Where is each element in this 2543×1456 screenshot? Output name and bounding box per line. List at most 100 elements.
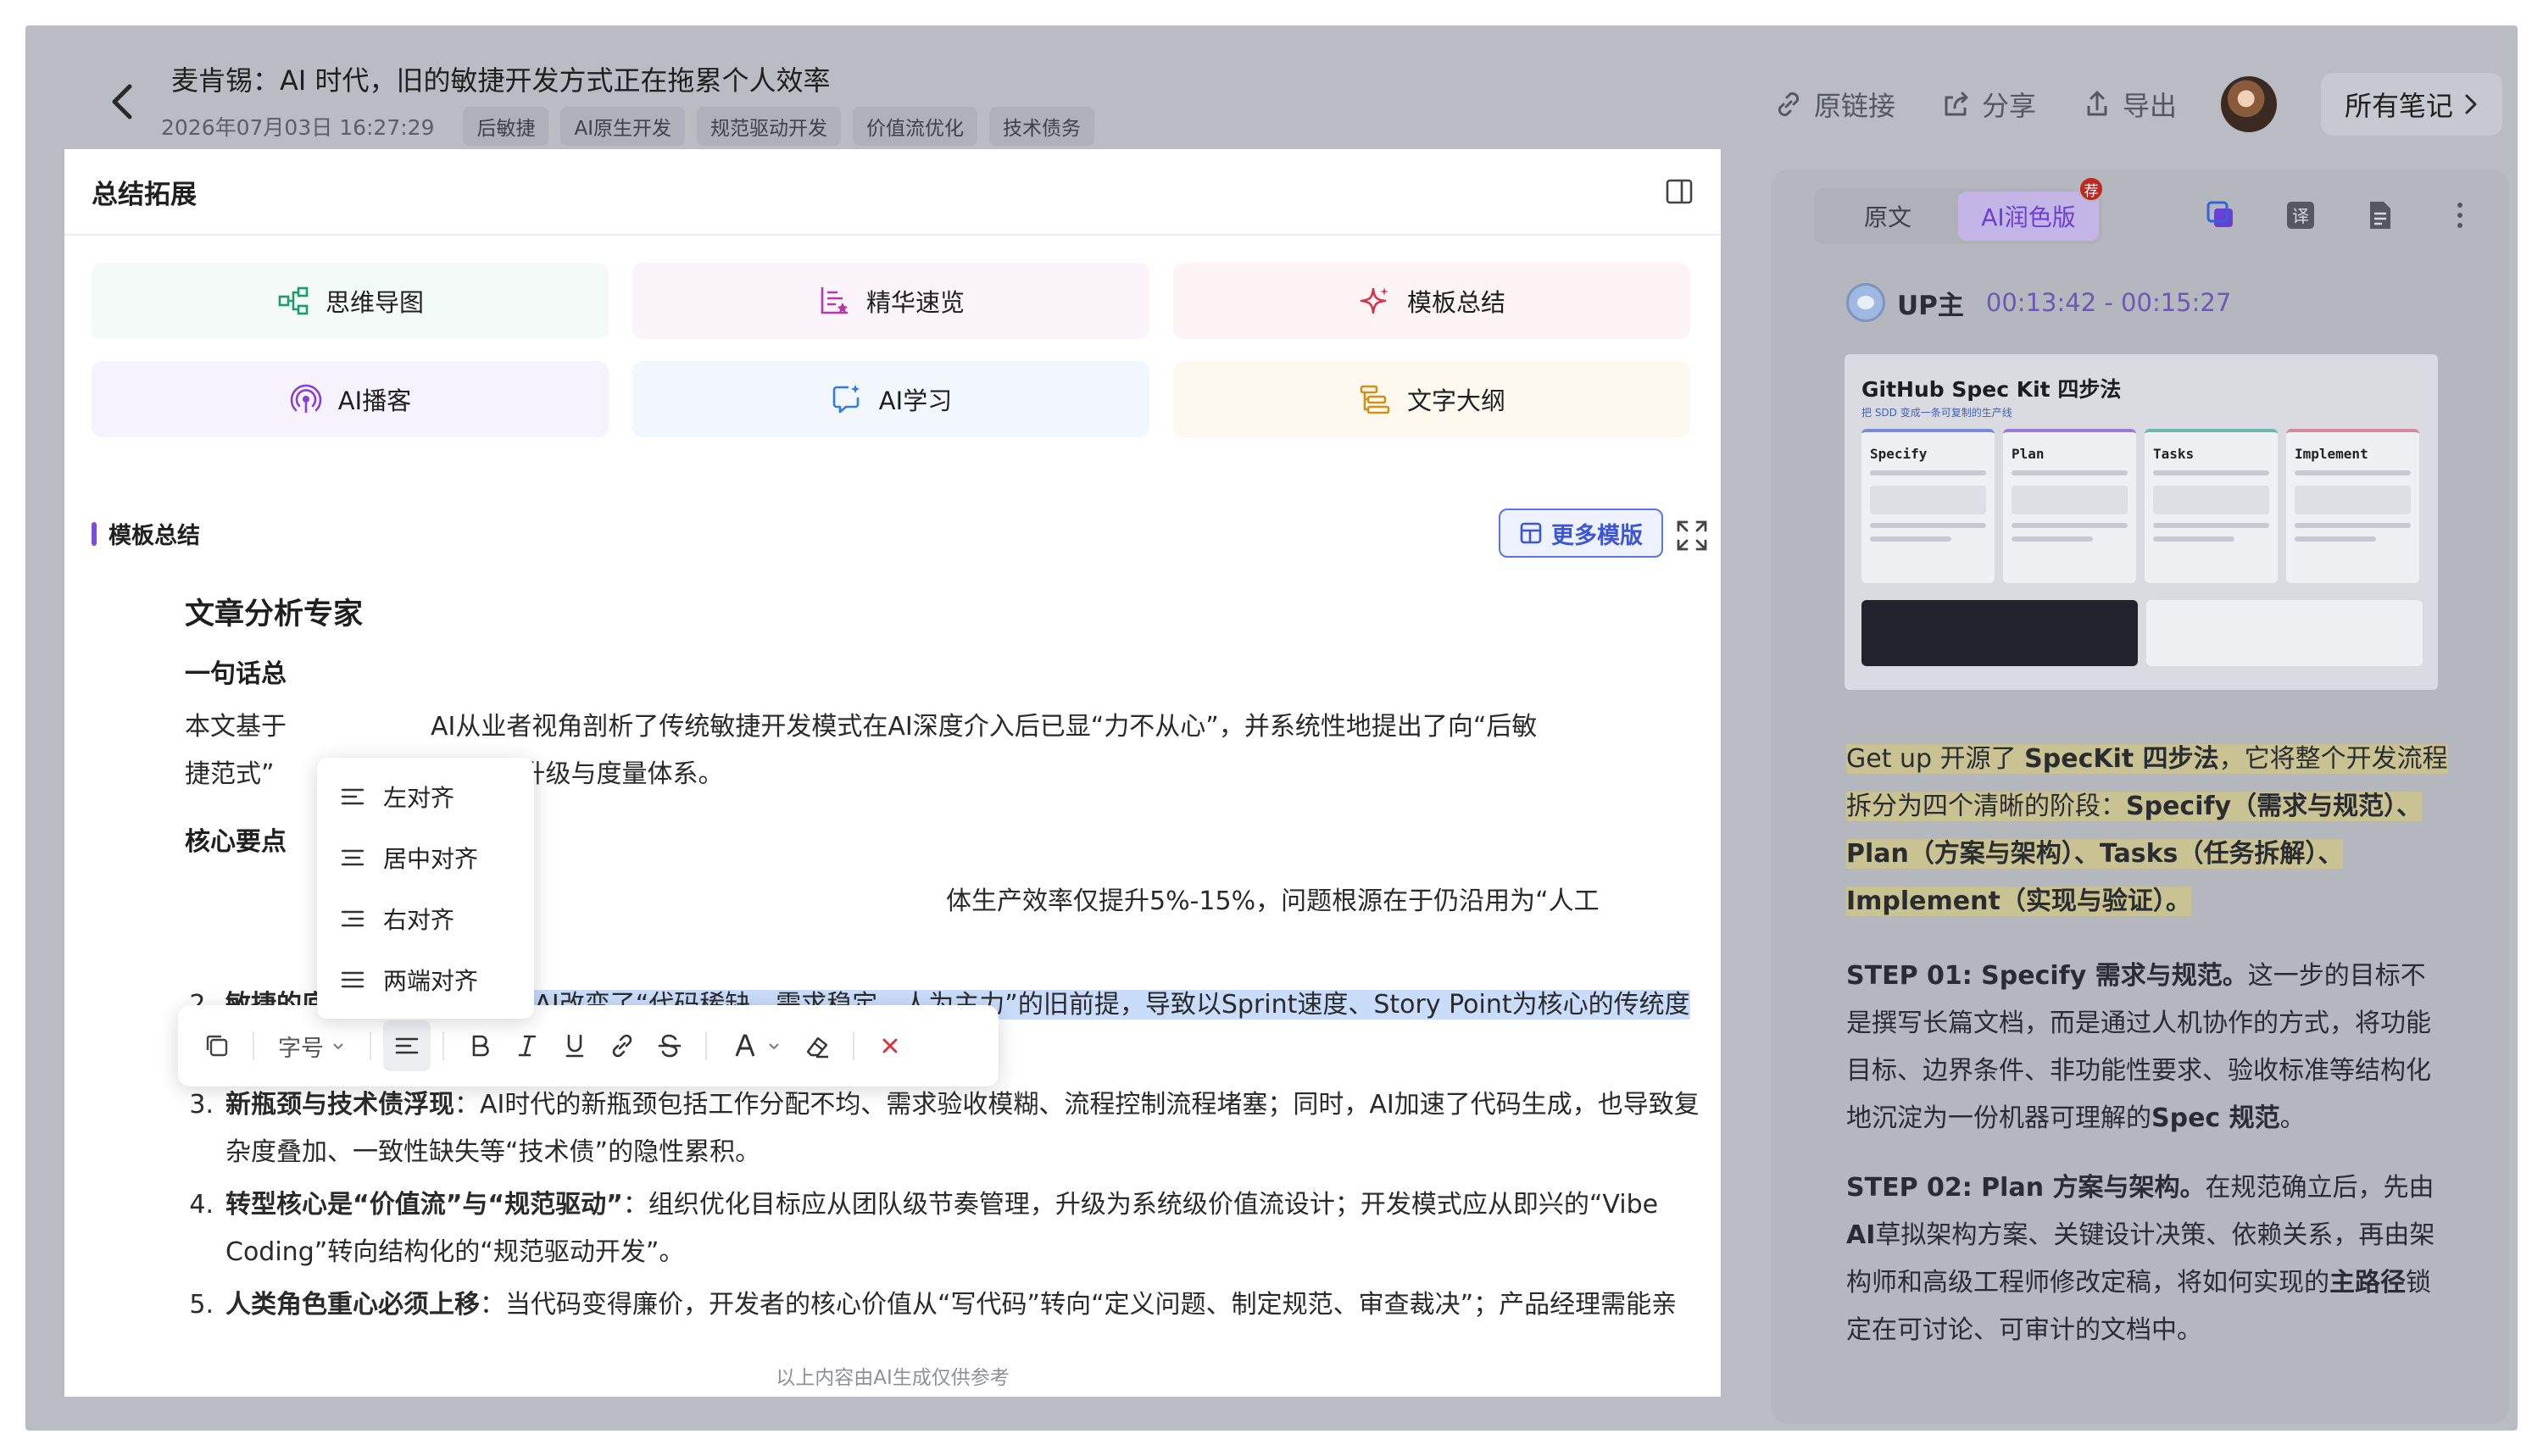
list-item[interactable]: 4. 转型核心是“价值流”与“规范驱动”：组织优化目标应从团队级节奏管理，升级为… <box>185 1181 1702 1276</box>
sidebar-toggle-icon[interactable] <box>1665 177 1694 206</box>
share-icon <box>1945 92 1968 116</box>
eraser-icon <box>806 1036 828 1059</box>
align-left-option[interactable]: 左对齐 <box>317 766 534 827</box>
share-button[interactable]: 分享 <box>1939 85 2036 124</box>
thumbnail-subtitle: 把 SDD 变成一条可复制的生产线 <box>1861 407 2012 419</box>
tag-chip[interactable]: 技术债务 <box>989 107 1095 146</box>
align-left-icon <box>341 788 364 805</box>
strikethrough-icon <box>658 1034 682 1058</box>
publish-date: 2026年07月03日 16:27:29 <box>161 115 435 140</box>
more-icon[interactable] <box>2443 198 2477 232</box>
list-item[interactable]: 3. 新瓶颈与技术债浮现：AI时代的新瓶颈包括工作分配不均、需求验收模糊、流程控… <box>185 1081 1702 1176</box>
all-notes-button[interactable]: 所有笔记 <box>2321 73 2503 136</box>
link-button[interactable] <box>598 1020 646 1071</box>
transcript-paragraph[interactable]: STEP 01: Specify 需求与规范。这一步的目标不是撰写长篇文档，而是… <box>1846 953 2448 1142</box>
tag-chip[interactable]: 后敏捷 <box>463 107 549 146</box>
align-left-icon <box>395 1037 419 1054</box>
align-center-option[interactable]: 居中对齐 <box>317 827 534 888</box>
export-button[interactable]: 导出 <box>2080 85 2177 124</box>
list-item-title: 转型核心是“价值流”与“规范驱动” <box>225 1190 623 1220</box>
summary-panel-header: 总结拓展 <box>64 149 1721 236</box>
document-icon[interactable] <box>2363 198 2397 232</box>
align-button[interactable] <box>383 1020 431 1071</box>
article-meta: 2026年07月03日 16:27:29 后敏捷 AI原生开发 规范驱动开发 价… <box>161 107 1095 146</box>
thumbnail-callout-dark <box>1861 600 2138 666</box>
font-size-dropdown[interactable]: 字号 <box>266 1020 358 1071</box>
align-option-label: 两端对齐 <box>383 967 479 995</box>
list-number: 3. <box>189 1090 214 1120</box>
text-run-bold: STEP 02: Plan 方案与架构。 <box>1846 1173 2206 1203</box>
original-link-button[interactable]: 原链接 <box>1772 85 1895 124</box>
ai-podcast-button[interactable]: AI播客 <box>92 361 609 437</box>
header-actions: 原链接 分享 导出 所有笔记 <box>1772 73 2503 136</box>
thumbnail-step: Implement <box>2286 429 2419 583</box>
timestamp-range[interactable]: 00:13:42 - 00:15:27 <box>1986 288 2231 317</box>
font-size-label: 字号 <box>278 1035 324 1062</box>
tab-ai-polished[interactable]: AI润色版 荐 <box>1958 176 2104 241</box>
video-frame-thumbnail[interactable]: GitHub Spec Kit 四步法 把 SDD 变成一条可复制的生产线 Sp… <box>1845 354 2438 690</box>
sparkle-icon <box>1360 287 1388 314</box>
step-name: Plan <box>2012 446 2045 462</box>
align-right-option[interactable]: 右对齐 <box>317 888 534 949</box>
ai-podcast-label: AI播客 <box>337 386 412 415</box>
one-line-summary-heading: 一句话总 <box>185 659 287 689</box>
align-justify-icon <box>341 971 364 988</box>
highlights-button[interactable]: 精华速览 <box>632 263 1149 339</box>
chevron-down-icon <box>333 1043 343 1050</box>
copy-icon[interactable] <box>2204 198 2238 232</box>
link-icon <box>612 1034 632 1058</box>
outline-button[interactable]: 文字大纲 <box>1173 361 1690 437</box>
mindmap-button[interactable]: 思维导图 <box>92 263 609 339</box>
chevron-left-icon <box>112 84 132 119</box>
translate-icon[interactable]: 译 <box>2284 198 2318 232</box>
transcript-paragraph[interactable]: STEP 02: Plan 方案与架构。在规范确立后，先由AI草拟架构方案、关键… <box>1846 1164 2448 1354</box>
version-tabs: 原文 AI润色版 荐 <box>1814 176 2104 244</box>
mindmap-label: 思维导图 <box>325 288 424 317</box>
copy-button[interactable] <box>193 1020 241 1071</box>
ai-learn-button[interactable]: AI学习 <box>632 361 1149 437</box>
para-text: 本文基于 <box>185 712 287 742</box>
template-icon <box>1520 522 1542 544</box>
close-toolbar-button[interactable] <box>866 1020 914 1071</box>
feature-grid: 思维导图 精华速览 模板总结 AI播客 AI学习 文字大纲 <box>92 263 1690 437</box>
ai-learn-label: AI学习 <box>878 386 953 415</box>
text-run-bold: Spec 规范 <box>2151 1103 2280 1133</box>
text-run-bold: 主路径 <box>2329 1268 2406 1298</box>
list-number: 4. <box>189 1190 214 1220</box>
tag-chip[interactable]: 规范驱动开发 <box>697 107 842 146</box>
summary-panel: 总结拓展 思维导图 精华速览 模板总结 AI播客 AI学习 文字大纲 模板总结 … <box>64 149 1721 1397</box>
list-item-title: 人类角色重心必须上移 <box>225 1290 480 1320</box>
bold-icon <box>472 1035 489 1057</box>
toolbar-divider <box>253 1031 254 1060</box>
speaker-name: UP主 <box>1897 290 1964 321</box>
tab-original[interactable]: 原文 <box>1817 192 1958 241</box>
tag-chip[interactable]: AI原生开发 <box>560 107 686 146</box>
fullscreen-icon[interactable] <box>1675 519 1709 553</box>
thumbnail-step: Tasks <box>2145 429 2278 583</box>
italic-button[interactable] <box>504 1020 551 1071</box>
back-button[interactable] <box>92 66 153 137</box>
align-option-label: 左对齐 <box>383 784 455 812</box>
transcript-tools: 译 <box>2204 198 2477 232</box>
tag-chip[interactable]: 价值流优化 <box>853 107 978 146</box>
toolbar-divider <box>370 1031 371 1060</box>
thumbnail-title: GitHub Spec Kit 四步法 <box>1861 377 2122 402</box>
text-color-dropdown[interactable] <box>719 1020 793 1071</box>
underline-button[interactable] <box>551 1020 598 1071</box>
transcript-paragraph[interactable]: Get up 开源了 SpecKit 四步法，它将整个开发流程拆分为四个清晰的阶… <box>1846 736 2448 925</box>
more-templates-button[interactable]: 更多模版 <box>1499 508 1663 558</box>
tab-ai-polished-label: AI润色版 <box>1981 203 2076 231</box>
clear-format-button[interactable] <box>793 1020 841 1071</box>
bold-button[interactable] <box>456 1020 504 1071</box>
align-justify-option[interactable]: 两端对齐 <box>317 949 534 1010</box>
template-summary-button[interactable]: 模板总结 <box>1173 263 1690 339</box>
underline-icon <box>565 1034 584 1058</box>
export-icon <box>2087 91 2107 116</box>
chevron-right-icon <box>2465 94 2477 114</box>
highlights-label: 精华速览 <box>865 288 965 317</box>
user-avatar[interactable] <box>2221 76 2278 132</box>
format-toolbar: 字号 <box>178 1005 999 1086</box>
text-color-icon <box>735 1034 755 1057</box>
strikethrough-button[interactable] <box>646 1020 693 1071</box>
transcript-panel: 原文 AI润色版 荐 译 UP主 00:13:42 - 00:15:27 Git… <box>1772 169 2509 1424</box>
